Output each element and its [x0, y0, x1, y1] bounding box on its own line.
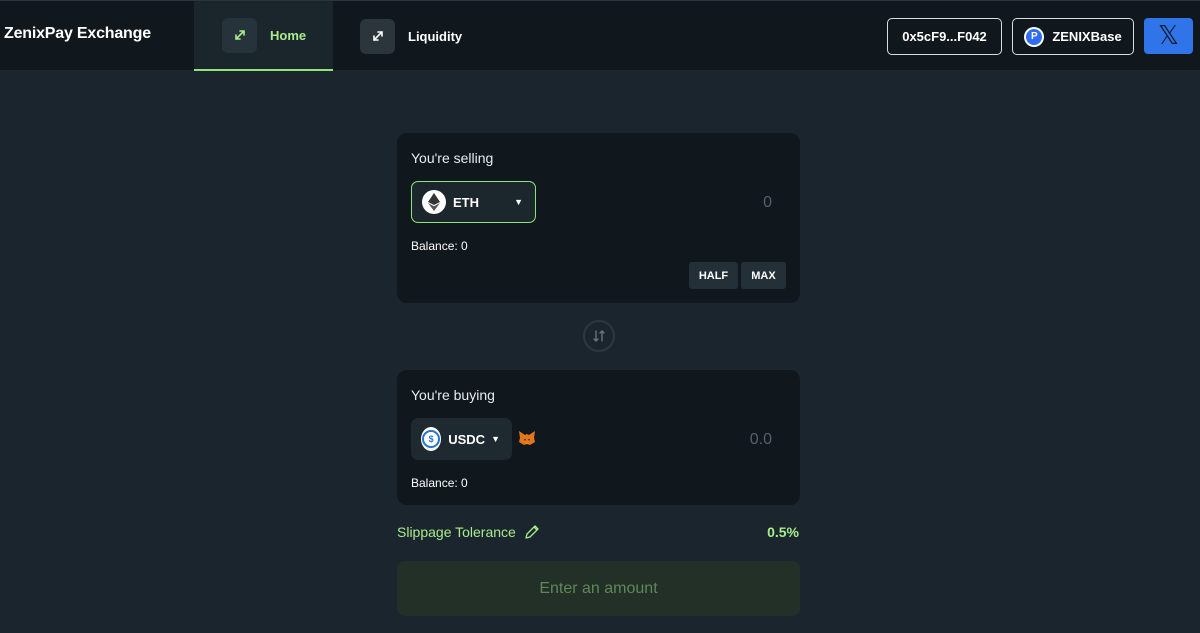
network-label: ZENIXBase — [1052, 29, 1122, 44]
sell-balance: Balance: 0 — [411, 239, 468, 253]
sell-amount-input[interactable]: 0 — [763, 194, 772, 212]
ethereum-icon — [422, 190, 446, 214]
buy-token-selector[interactable]: $ USDC ▼ — [411, 418, 512, 460]
sell-token-selector[interactable]: ETH ▼ — [411, 181, 536, 223]
buy-amount-input[interactable]: 0.0 — [750, 431, 772, 449]
swap-vertical-icon — [593, 330, 605, 342]
usdc-logo-text: $ — [422, 430, 441, 448]
x-social-button[interactable]: 𝕏 — [1144, 18, 1193, 54]
tab-liquidity[interactable]: Liquidity — [360, 1, 490, 71]
buy-balance: Balance: 0 — [411, 476, 468, 490]
swap-arrows-icon — [222, 17, 257, 53]
enter-amount-button[interactable]: Enter an amount — [397, 561, 800, 616]
tab-home-label: Home — [270, 27, 307, 43]
network-logo-letter: P — [1026, 28, 1043, 45]
network-logo-icon: P — [1024, 26, 1045, 47]
sell-card: You're selling ETH ▼ 0 Balance: 0 HALF M… — [397, 133, 800, 303]
network-selector-button[interactable]: P ZENIXBase — [1012, 18, 1134, 55]
swap-arrows-icon — [360, 18, 395, 54]
sell-token-label: ETH — [453, 194, 479, 210]
half-button[interactable]: HALF — [689, 262, 738, 289]
slippage-tolerance[interactable]: Slippage Tolerance — [397, 524, 540, 540]
buy-card-title: You're buying — [411, 387, 495, 403]
max-button[interactable]: MAX — [741, 262, 786, 289]
wallet-address-button[interactable]: 0x5cF9...F042 — [887, 18, 1002, 55]
top-navbar: ZenixPay Exchange Home Liquidity 0x5cF9.… — [0, 0, 1200, 71]
buy-card: You're buying $ USDC ▼ 0.0 Balance: 0 — [397, 370, 800, 505]
tab-home[interactable]: Home — [194, 1, 333, 71]
chevron-down-icon: ▼ — [514, 197, 523, 207]
pencil-edit-icon[interactable] — [524, 524, 540, 540]
slippage-value: 0.5% — [767, 524, 799, 540]
x-logo-icon: 𝕏 — [1158, 21, 1179, 51]
swap-direction-button[interactable] — [583, 320, 615, 352]
chevron-down-icon: ▼ — [491, 434, 500, 444]
buy-token-label: USDC — [448, 431, 486, 447]
brand-title[interactable]: ZenixPay Exchange — [4, 25, 151, 43]
metamask-fox-icon[interactable] — [518, 430, 536, 446]
tab-liquidity-label: Liquidity — [408, 28, 463, 44]
usdc-icon: $ — [421, 427, 442, 451]
slippage-label: Slippage Tolerance — [397, 524, 516, 540]
sell-card-title: You're selling — [411, 150, 494, 166]
